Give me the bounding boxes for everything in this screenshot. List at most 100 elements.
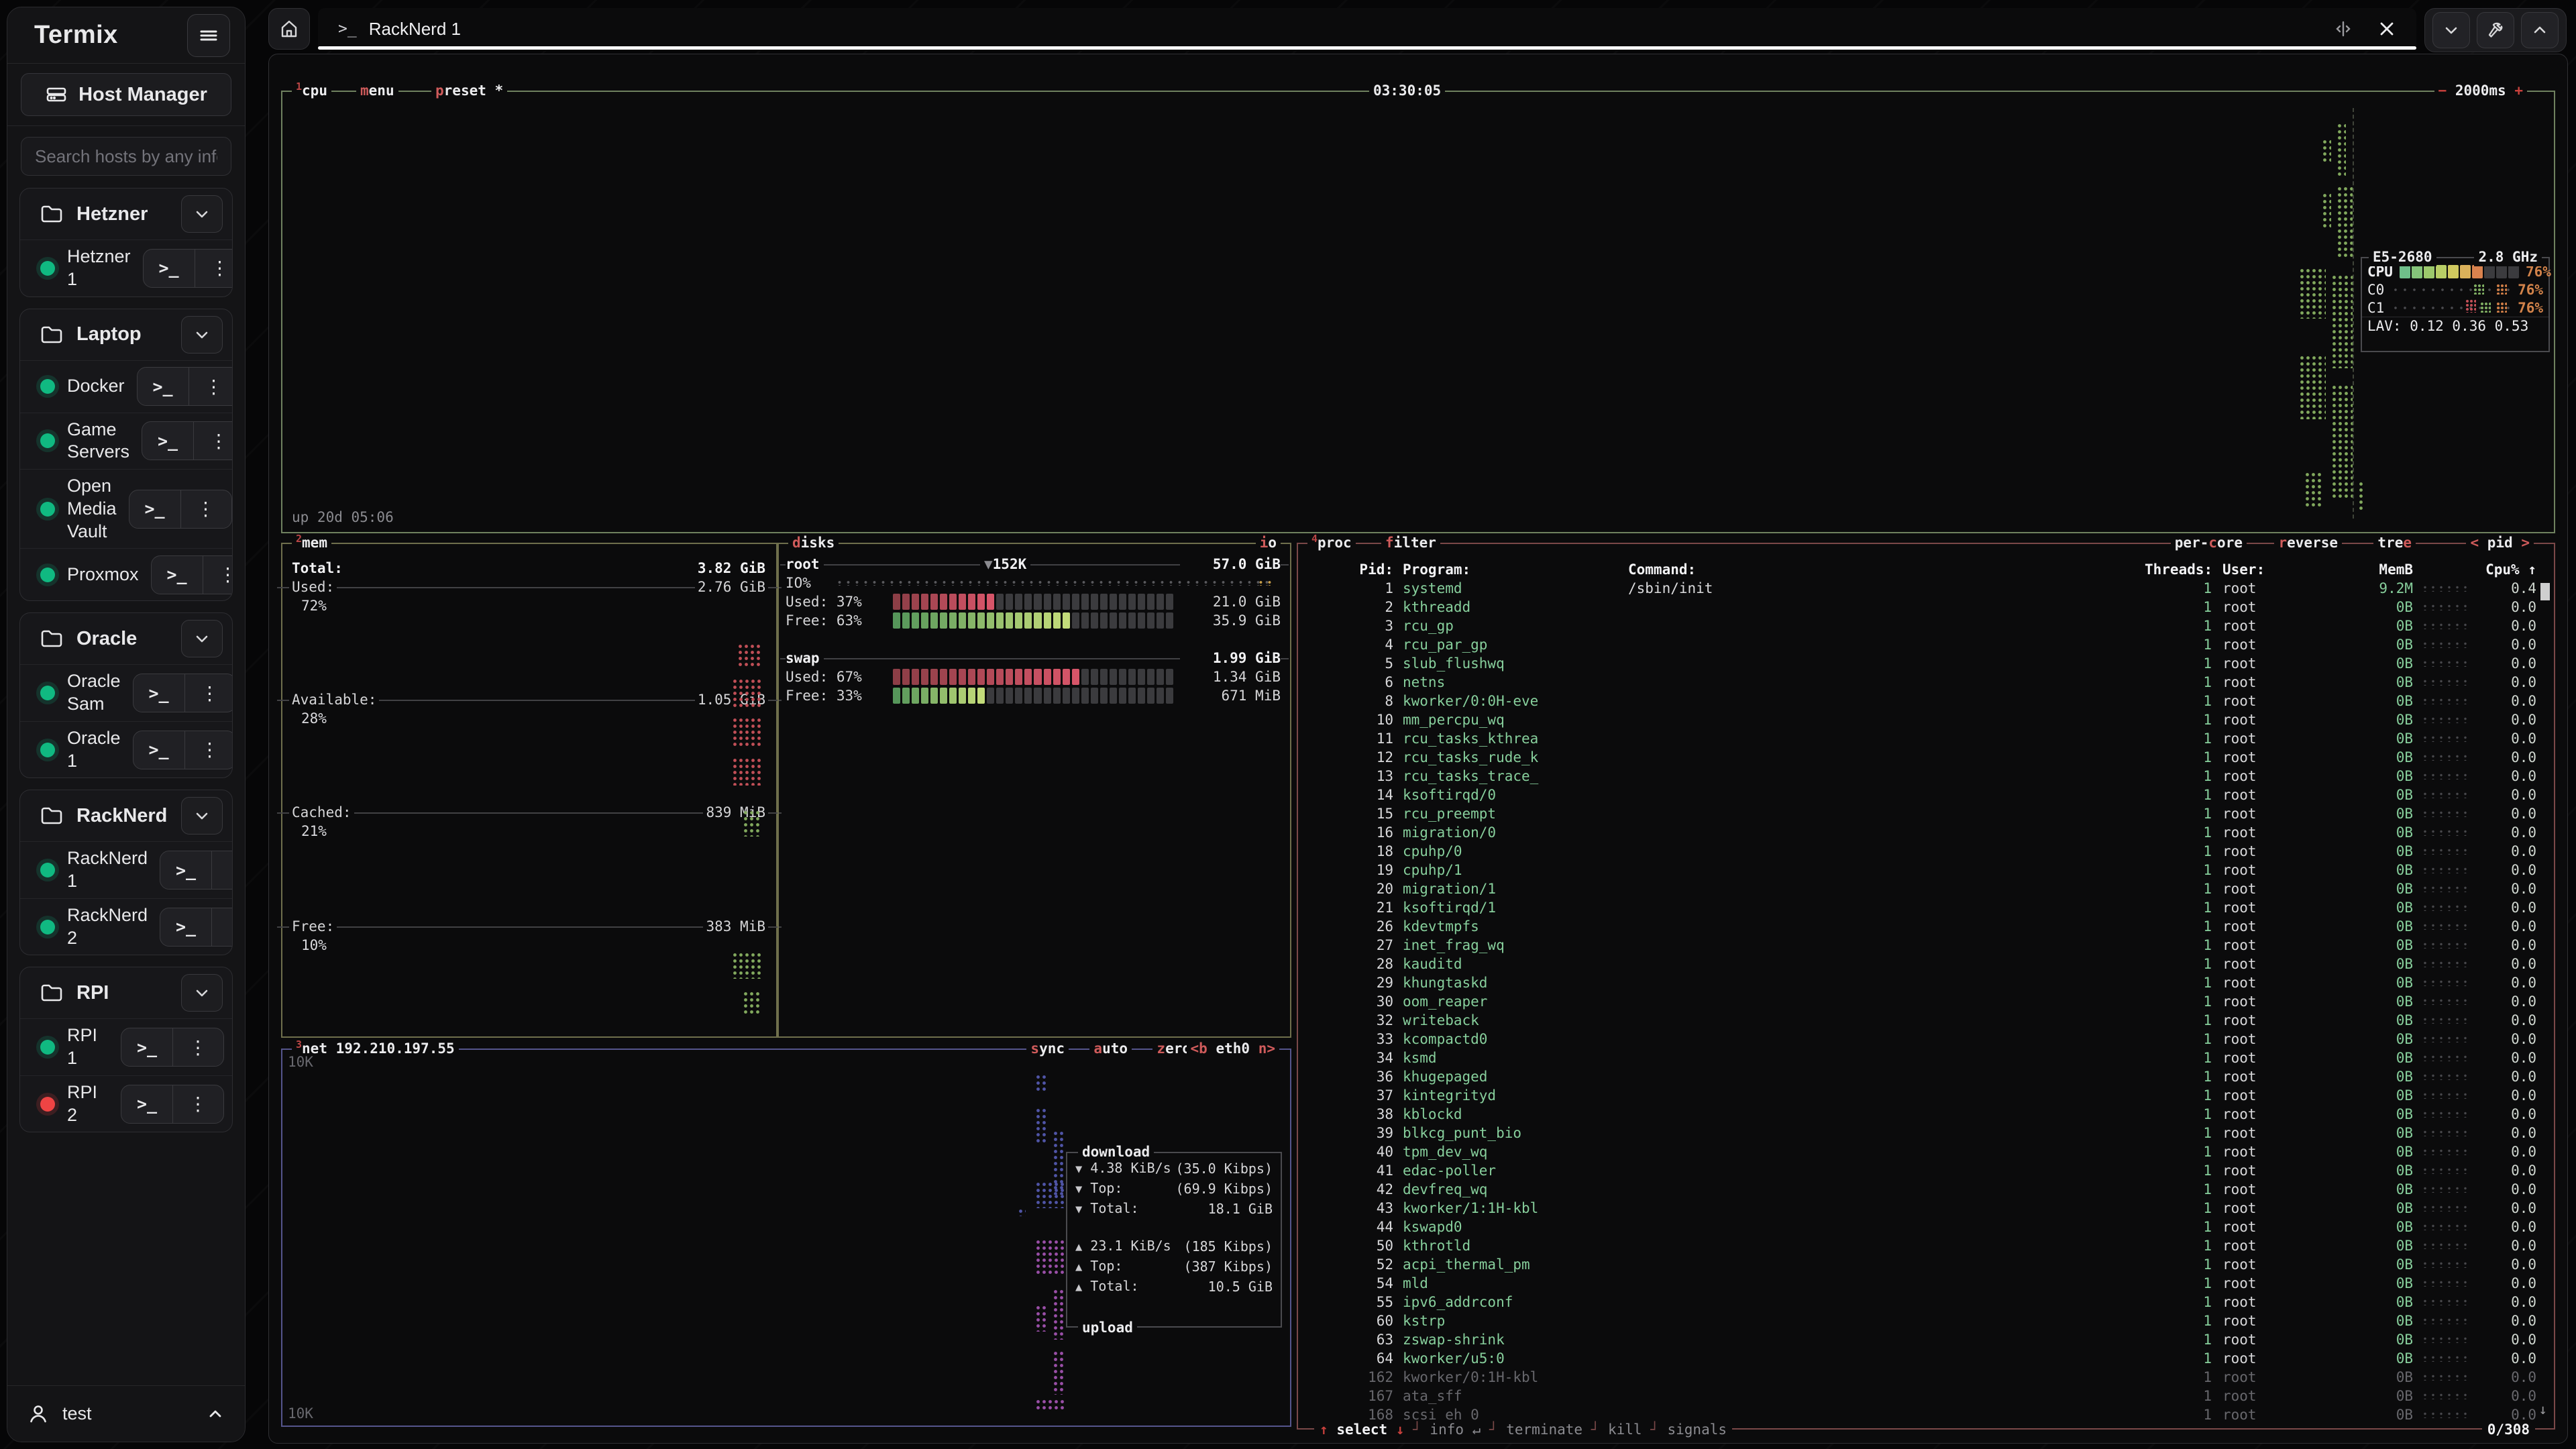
open-terminal-button[interactable]: >_ <box>121 1085 172 1123</box>
io-mode-button[interactable]: io <box>1256 533 1281 552</box>
chevron-up-icon[interactable] <box>206 1405 225 1424</box>
host-menu-button[interactable]: ⋮ <box>172 1028 223 1066</box>
process-row-63[interactable]: 63zswap-shrink1root0B0.0 <box>1298 1330 2554 1349</box>
process-row-21[interactable]: 21ksoftirqd/11root0B0.0 <box>1298 898 2554 917</box>
group-collapse-button[interactable] <box>181 195 223 233</box>
open-terminal-button[interactable]: >_ <box>160 851 211 889</box>
group-header[interactable]: Oracle <box>20 613 232 664</box>
host-row-rpi-1[interactable]: RPI 1>_⋮ <box>20 1018 232 1075</box>
process-row-44[interactable]: 44kswapd01root0B0.0 <box>1298 1218 2554 1236</box>
process-row-55[interactable]: 55ipv6_addrconf1root0B0.0 <box>1298 1293 2554 1311</box>
open-terminal-button[interactable]: >_ <box>138 368 189 405</box>
process-row-41[interactable]: 41edac-poller1root0B0.0 <box>1298 1161 2554 1180</box>
process-row-33[interactable]: 33kcompactd01root0B0.0 <box>1298 1030 2554 1049</box>
host-row-hetzner-1[interactable]: Hetzner 1>_⋮ <box>20 239 232 297</box>
group-header[interactable]: RPI <box>20 967 232 1018</box>
host-menu-button[interactable]: ⋮ <box>195 250 233 287</box>
reverse-toggle[interactable]: reverse <box>2274 533 2342 552</box>
group-header[interactable]: Laptop <box>20 309 232 360</box>
process-row-36[interactable]: 36khugepaged1root0B0.0 <box>1298 1067 2554 1086</box>
per-core-toggle[interactable]: per-core <box>2171 533 2247 552</box>
host-menu-button[interactable]: ⋮ <box>193 422 233 460</box>
host-row-game-servers[interactable]: Game Servers>_⋮ <box>20 413 232 470</box>
process-table[interactable]: 1systemd/sbin/init1root9.2M0.42kthreadd1… <box>1298 579 2554 1424</box>
proc-filter-button[interactable]: filter <box>1381 533 1440 552</box>
process-row-32[interactable]: 32writeback1root0B0.0 <box>1298 1011 2554 1030</box>
process-row-18[interactable]: 18cpuhp/01root0B0.0 <box>1298 842 2554 861</box>
disks-panel-title[interactable]: disks <box>788 533 839 552</box>
net-sync-button[interactable]: sync <box>1026 1039 1069 1058</box>
process-row-64[interactable]: 64kworker/u5:01root0B0.0 <box>1298 1349 2554 1368</box>
process-row-54[interactable]: 54mld1root0B0.0 <box>1298 1274 2554 1293</box>
group-collapse-button[interactable] <box>181 797 223 835</box>
process-row-13[interactable]: 13rcu_tasks_trace_1root0B0.0 <box>1298 767 2554 786</box>
open-terminal-button[interactable]: >_ <box>160 908 211 946</box>
host-row-racknerd-2[interactable]: RackNerd 2>_⋮ <box>20 898 232 955</box>
host-menu-button[interactable]: ⋮ <box>184 674 233 712</box>
process-row-14[interactable]: 14ksoftirqd/01root0B0.0 <box>1298 786 2554 804</box>
process-row-2[interactable]: 2kthreadd1root0B0.0 <box>1298 598 2554 616</box>
group-header[interactable]: Hetzner <box>20 189 232 239</box>
process-row-30[interactable]: 30oom_reaper1root0B0.0 <box>1298 992 2554 1011</box>
process-row-42[interactable]: 42devfreq_wq1root0B0.0 <box>1298 1180 2554 1199</box>
tab-racknerd-1[interactable]: >_ RackNerd 1 <box>318 8 2416 50</box>
expand-button[interactable] <box>2521 12 2559 48</box>
host-menu-button[interactable]: ⋮ <box>184 731 233 769</box>
process-row-6[interactable]: 6netns1root0B0.0 <box>1298 673 2554 692</box>
process-row-16[interactable]: 16migration/01root0B0.0 <box>1298 823 2554 842</box>
user-bar[interactable]: test <box>7 1385 245 1442</box>
host-row-oracle-1[interactable]: Oracle 1>_⋮ <box>20 721 232 778</box>
host-row-oracle-sam[interactable]: Oracle Sam>_⋮ <box>20 664 232 721</box>
host-menu-button[interactable]: ⋮ <box>211 908 233 946</box>
process-row-10[interactable]: 10mm_percpu_wq1root0B0.0 <box>1298 710 2554 729</box>
search-input[interactable] <box>21 137 231 176</box>
host-row-racknerd-1[interactable]: RackNerd 1>_⋮ <box>20 841 232 898</box>
host-manager-button[interactable]: Host Manager <box>21 73 231 116</box>
host-menu-button[interactable]: ⋮ <box>180 490 231 528</box>
open-terminal-button[interactable]: >_ <box>133 674 184 712</box>
process-table-header[interactable]: Pid: Program: Command: Threads: User: Me… <box>1298 560 2554 579</box>
process-row-38[interactable]: 38kblockd1root0B0.0 <box>1298 1105 2554 1124</box>
host-row-docker[interactable]: Docker>_⋮ <box>20 360 232 413</box>
close-tab-icon[interactable] <box>2377 19 2396 38</box>
sidebar-menu-button[interactable] <box>187 14 230 57</box>
host-row-rpi-2[interactable]: RPI 2>_⋮ <box>20 1075 232 1132</box>
tools-button[interactable] <box>2477 12 2514 48</box>
process-row-11[interactable]: 11rcu_tasks_kthrea1root0B0.0 <box>1298 729 2554 748</box>
process-row-20[interactable]: 20migration/11root0B0.0 <box>1298 879 2554 898</box>
home-button[interactable] <box>268 8 310 50</box>
process-row-5[interactable]: 5slub_flushwq1root0B0.0 <box>1298 654 2554 673</box>
preset-button[interactable]: preset * <box>431 81 507 100</box>
process-row-26[interactable]: 26kdevtmpfs1root0B0.0 <box>1298 917 2554 936</box>
process-row-27[interactable]: 27inet_frag_wq1root0B0.0 <box>1298 936 2554 955</box>
process-row-167[interactable]: 167ata_sff1root0B0.0 <box>1298 1387 2554 1405</box>
host-row-proxmox[interactable]: Proxmox>_⋮ <box>20 548 232 600</box>
open-terminal-button[interactable]: >_ <box>121 1028 172 1066</box>
process-row-4[interactable]: 4rcu_par_gp1root0B0.0 <box>1298 635 2554 654</box>
net-interface-switcher[interactable]: <b eth0 n> <box>1187 1039 1279 1058</box>
process-row-8[interactable]: 8kworker/0:0H-eve1root0B0.0 <box>1298 692 2554 710</box>
process-row-162[interactable]: 162kworker/0:1H-kbl1root0B0.0 <box>1298 1368 2554 1387</box>
process-row-15[interactable]: 15rcu_preempt1root0B0.0 <box>1298 804 2554 823</box>
process-row-37[interactable]: 37kintegrityd1root0B0.0 <box>1298 1086 2554 1105</box>
host-menu-button[interactable]: ⋮ <box>203 556 233 594</box>
host-row-open-media-vault[interactable]: Open Media Vault>_⋮ <box>20 469 232 548</box>
group-header[interactable]: RackNerd <box>20 790 232 841</box>
process-row-19[interactable]: 19cpuhp/11root0B0.0 <box>1298 861 2554 879</box>
process-row-29[interactable]: 29khungtaskd1root0B0.0 <box>1298 973 2554 992</box>
process-row-34[interactable]: 34ksmd1root0B0.0 <box>1298 1049 2554 1067</box>
process-row-12[interactable]: 12rcu_tasks_rude_k1root0B0.0 <box>1298 748 2554 767</box>
group-collapse-button[interactable] <box>181 316 223 354</box>
process-row-39[interactable]: 39blkcg_punt_bio1root0B0.0 <box>1298 1124 2554 1142</box>
process-row-50[interactable]: 50kthrotld1root0B0.0 <box>1298 1236 2554 1255</box>
collapse-button[interactable] <box>2432 12 2470 48</box>
open-terminal-button[interactable]: >_ <box>142 422 193 460</box>
process-row-1[interactable]: 1systemd/sbin/init1root9.2M0.4 <box>1298 579 2554 598</box>
proc-scrollbar-thumb[interactable] <box>2540 583 2550 600</box>
split-pane-icon[interactable] <box>2333 19 2353 39</box>
group-collapse-button[interactable] <box>181 620 223 657</box>
process-row-52[interactable]: 52acpi_thermal_pm1root0B0.0 <box>1298 1255 2554 1274</box>
open-terminal-button[interactable]: >_ <box>133 731 184 769</box>
process-row-3[interactable]: 3rcu_gp1root0B0.0 <box>1298 616 2554 635</box>
update-interval[interactable]: − 2000ms + <box>2434 81 2527 100</box>
